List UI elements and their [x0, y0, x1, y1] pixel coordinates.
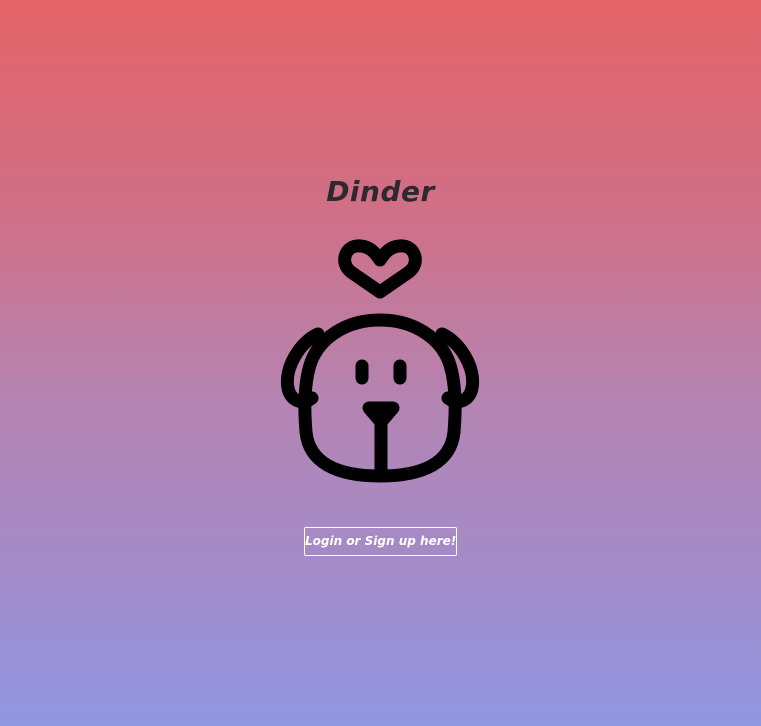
landing-page: Dinder Login or Sign up here! — [0, 0, 761, 726]
login-signup-button[interactable]: Login or Sign up here! — [304, 527, 457, 556]
dog-with-heart-icon — [276, 236, 486, 486]
heart-icon — [338, 239, 422, 299]
app-title: Dinder — [326, 175, 435, 208]
dog-face-icon — [280, 313, 480, 483]
